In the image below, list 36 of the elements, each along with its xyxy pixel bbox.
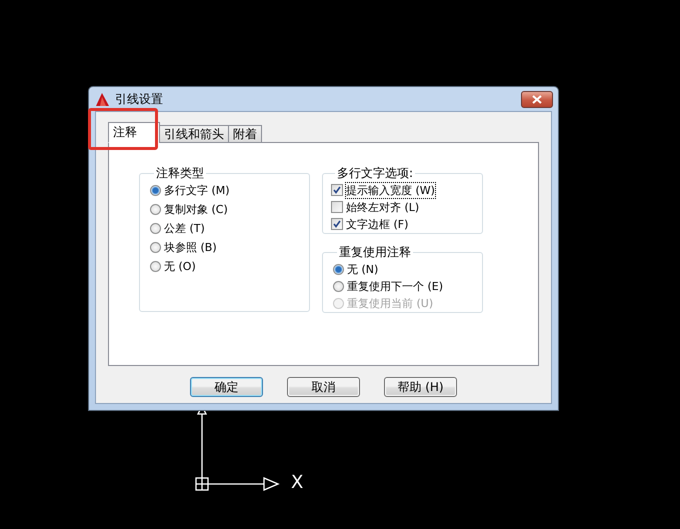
tab[interactable]: 附着 (228, 125, 262, 143)
option-label[interactable]: 提示输入宽度 (W) (346, 182, 435, 198)
option-label[interactable]: 始终左对齐 (L) (346, 200, 420, 214)
dialog-button[interactable]: 取消 (287, 377, 360, 397)
radio-button[interactable] (150, 260, 161, 272)
option-label[interactable]: 文字边框 (F) (346, 216, 408, 232)
option-label[interactable]: 多行文字 (M) (164, 182, 230, 198)
tab[interactable]: 引线和箭头 (159, 125, 229, 143)
checkbox[interactable] (331, 184, 343, 196)
option-label[interactable]: 重复使用下一个 (E) (347, 278, 444, 294)
close-icon (532, 94, 542, 104)
close-button[interactable] (521, 90, 553, 108)
radio-button[interactable] (333, 264, 344, 274)
option-label[interactable]: 复制对象 (C) (164, 202, 228, 216)
option-label[interactable]: 块参照 (B) (164, 240, 217, 254)
dialog-button[interactable]: 确定 (190, 377, 263, 397)
checkbox[interactable] (331, 218, 343, 230)
radio-button[interactable] (150, 242, 161, 252)
option-label[interactable]: 无 (O) (164, 258, 196, 274)
radio-button[interactable] (150, 222, 161, 234)
radio-button[interactable] (333, 280, 344, 292)
group-title: 重复使用注释 (338, 244, 412, 261)
option-label[interactable]: 公差 (T) (164, 220, 205, 236)
check-icon (333, 220, 341, 228)
app-logo-icon (95, 92, 110, 106)
group-title: 多行文字选项: (336, 165, 414, 182)
dialog-button[interactable]: 帮助 (H) (384, 377, 457, 397)
group-title: 注释类型 (155, 165, 205, 182)
window-title: 引线设置 (115, 90, 164, 108)
check-icon (333, 186, 341, 194)
option-label[interactable]: 无 (N) (347, 262, 378, 276)
checkbox[interactable] (331, 201, 343, 213)
tab[interactable]: 注释 (108, 122, 160, 143)
radio-button[interactable] (150, 184, 161, 196)
radio-button[interactable] (150, 204, 161, 214)
axis-label: X (291, 472, 304, 493)
